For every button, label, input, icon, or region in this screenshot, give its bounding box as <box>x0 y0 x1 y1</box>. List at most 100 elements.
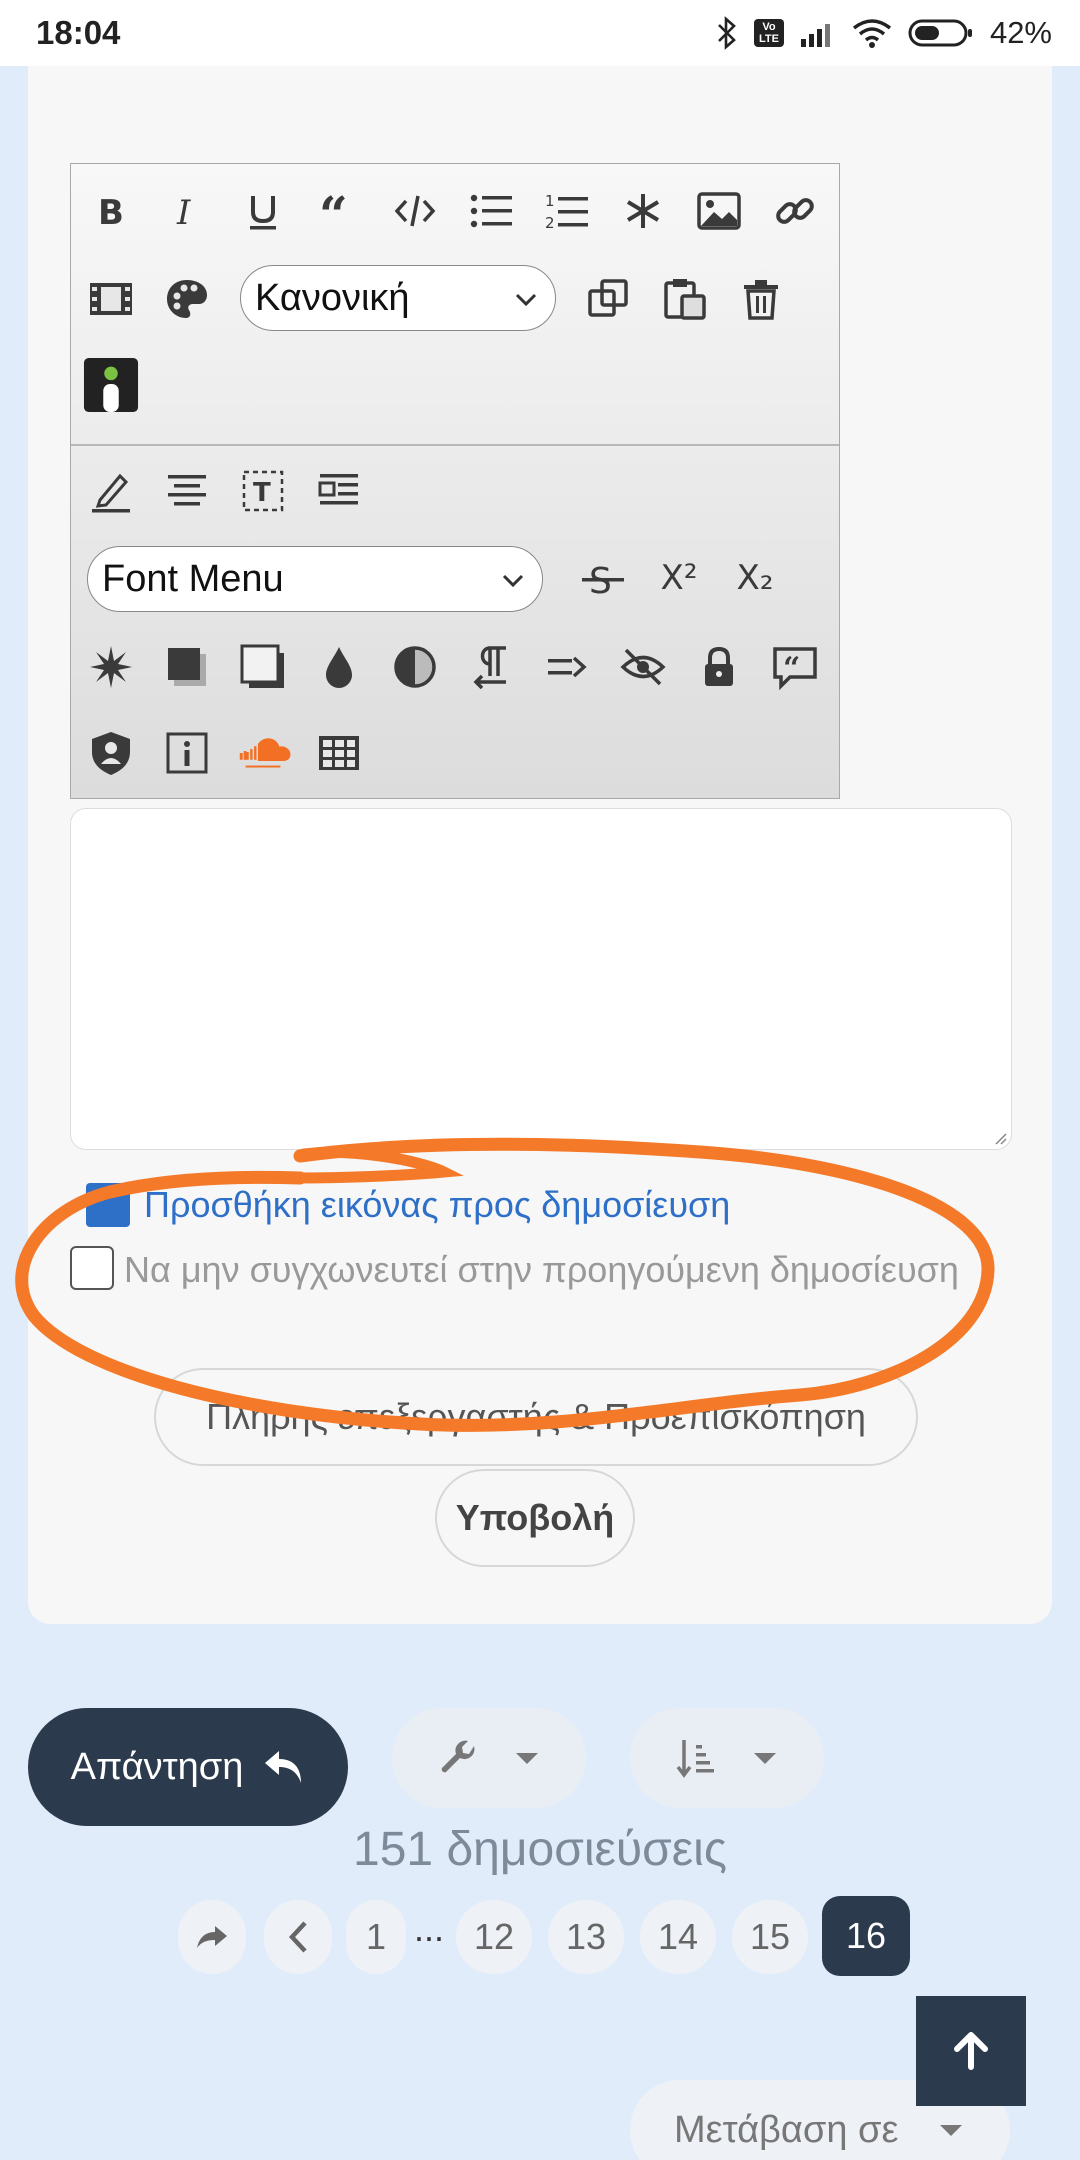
hide-icon[interactable] <box>614 638 672 696</box>
jump-page-button[interactable] <box>178 1900 246 1974</box>
info-box-icon[interactable] <box>158 724 216 782</box>
bold-icon[interactable]: B <box>82 182 140 240</box>
svg-text:“: “ <box>783 651 800 686</box>
trash-icon[interactable] <box>732 270 790 328</box>
page-15-label: 15 <box>749 1916 791 1957</box>
page-13[interactable]: 13 <box>548 1900 624 1974</box>
page-1[interactable]: 1 <box>346 1900 406 1974</box>
contrast-icon[interactable] <box>386 638 444 696</box>
asterisk-icon[interactable] <box>614 182 672 240</box>
highlight-icon[interactable] <box>82 462 140 520</box>
svg-text:T: T <box>253 478 271 508</box>
info-badge-icon[interactable] <box>82 356 140 414</box>
editor-toolbar: B I “ 12 Κανονική T Font Menu X² X₂ “ <box>70 163 840 799</box>
image-upload-icon <box>86 1183 130 1227</box>
text-direction-icon[interactable] <box>538 638 596 696</box>
wifi-icon <box>852 18 892 48</box>
palette-icon[interactable] <box>158 270 216 328</box>
align-center-icon[interactable] <box>158 462 216 520</box>
submit-button-label: Υποβολή <box>455 1497 615 1538</box>
soundcloud-icon[interactable] <box>234 724 292 782</box>
link-icon[interactable] <box>766 182 824 240</box>
frame-icon[interactable] <box>234 638 292 696</box>
resize-handle-icon[interactable] <box>993 1131 1007 1145</box>
font-select[interactable]: Font Menu <box>87 546 543 612</box>
page-14[interactable]: 14 <box>640 1900 716 1974</box>
chevron-down-icon <box>515 293 537 307</box>
battery-level: 42% <box>989 15 1052 50</box>
page-12[interactable]: 12 <box>456 1900 532 1974</box>
post-count: 151 δημοσιεύσεις <box>353 1823 727 1876</box>
submit-button[interactable]: Υποβολή <box>435 1469 635 1567</box>
strikethrough-icon[interactable]: S <box>574 549 632 607</box>
svg-text:B: B <box>98 193 124 233</box>
superscript-icon[interactable]: X² <box>650 549 708 607</box>
page-16-label: 16 <box>845 1915 887 1956</box>
battery-icon <box>908 18 974 48</box>
signal-icon <box>800 19 836 47</box>
font-select-value: Font Menu <box>102 557 284 600</box>
full-editor-button-label: Πλήρης επεξεργαστής & Προεπισκόπηση <box>206 1396 866 1437</box>
add-image-link[interactable]: Προσθήκη εικόνας προς δημοσίευση <box>86 1183 730 1227</box>
indent-icon[interactable] <box>310 462 368 520</box>
reply-button-label: Απάντηση <box>70 1745 244 1788</box>
image-icon[interactable] <box>690 182 748 240</box>
arrow-up-icon <box>954 2032 988 2070</box>
caret-down-icon <box>516 1753 538 1764</box>
format-select-value: Κανονική <box>255 276 410 319</box>
page-12-label: 12 <box>473 1916 515 1957</box>
svg-text:1: 1 <box>545 192 555 210</box>
pagination-ellipsis: ... <box>414 1908 445 1949</box>
quote-icon[interactable]: “ <box>310 182 368 240</box>
underline-icon[interactable] <box>234 182 292 240</box>
page-15[interactable]: 15 <box>732 1900 808 1974</box>
shadow-box-icon[interactable] <box>158 638 216 696</box>
video-icon[interactable] <box>82 270 140 328</box>
shield-user-icon[interactable] <box>82 724 140 782</box>
page-14-label: 14 <box>657 1916 699 1957</box>
paste-icon[interactable] <box>656 270 714 328</box>
copy-icon[interactable] <box>580 270 638 328</box>
bluetooth-icon <box>716 16 738 50</box>
volte-badge: Vo LTE <box>753 19 784 47</box>
add-image-text: Προσθήκη εικόνας προς δημοσίευση <box>144 1184 731 1225</box>
reply-arrow-icon <box>265 1751 302 1783</box>
status-time: 18:04 <box>36 14 121 51</box>
status-icons: Vo LTE 42% <box>716 15 1052 51</box>
prev-page-button[interactable] <box>264 1900 332 1974</box>
italic-icon[interactable]: I <box>158 182 216 240</box>
goto-label: Μετάβαση σε <box>674 2108 899 2151</box>
status-bar: 18:04 Vo LTE 42% <box>0 0 1080 66</box>
caret-down-icon <box>754 1753 776 1764</box>
no-merge-option: Να μην συγχωνευτεί στην προηγούμενη δημο… <box>70 1246 970 1294</box>
svg-text:I: I <box>176 193 191 233</box>
chevron-left-icon <box>288 1921 307 1953</box>
text-box-icon[interactable]: T <box>234 462 292 520</box>
numbered-list-icon[interactable]: 12 <box>538 182 596 240</box>
sparkle-icon[interactable] <box>82 638 140 696</box>
speech-quote-icon[interactable]: “ <box>766 638 824 696</box>
message-textarea[interactable] <box>70 808 1012 1150</box>
caret-down-icon <box>940 2125 963 2136</box>
toolbar-separator <box>71 444 839 446</box>
svg-text:“: “ <box>319 188 348 234</box>
svg-text:2: 2 <box>545 214 555 232</box>
no-merge-label: Να μην συγχωνευτεί στην προηγούμενη δημο… <box>124 1249 959 1290</box>
scroll-to-top-button[interactable] <box>916 1996 1026 2106</box>
format-select[interactable]: Κανονική <box>240 265 556 331</box>
full-editor-button[interactable]: Πλήρης επεξεργαστής & Προεπισκόπηση <box>154 1368 918 1466</box>
page-16-current[interactable]: 16 <box>822 1896 910 1976</box>
wrench-icon <box>441 1740 475 1773</box>
bullet-list-icon[interactable] <box>462 182 520 240</box>
page-1-label: 1 <box>365 1916 387 1957</box>
lock-icon[interactable] <box>690 638 748 696</box>
tools-menu-button[interactable] <box>392 1708 586 1808</box>
sort-menu-button[interactable] <box>630 1708 824 1808</box>
drop-icon[interactable] <box>310 638 368 696</box>
subscript-icon[interactable]: X₂ <box>726 549 784 607</box>
reply-button[interactable]: Απάντηση <box>28 1708 348 1826</box>
no-merge-checkbox[interactable] <box>70 1246 114 1290</box>
table-icon[interactable] <box>310 724 368 782</box>
paragraph-rtl-icon[interactable] <box>462 638 520 696</box>
code-icon[interactable] <box>386 182 444 240</box>
